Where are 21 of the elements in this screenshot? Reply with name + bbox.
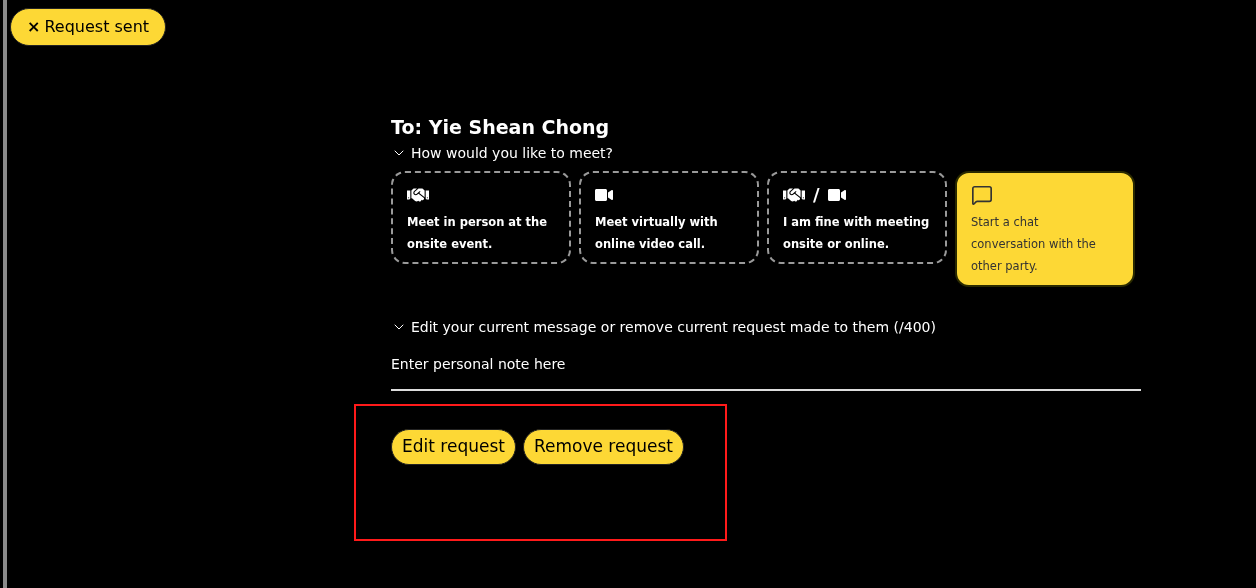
meeting-option-card[interactable]: Meet in person at the onsite event.	[391, 171, 571, 264]
option-description: Start a chat conversation with the other party.	[971, 214, 1097, 275]
personal-note-field[interactable]: Enter personal note here	[391, 351, 1141, 391]
option-description: Meet in person at the onsite event.	[407, 214, 549, 253]
recipient-title: To: Yie Shean Chong	[391, 115, 611, 140]
option-description: I am fine with meeting onsite or online.	[783, 214, 931, 253]
meeting-option-card[interactable]: / I am fine with meeting onsite or online.	[767, 171, 947, 264]
chat-bubble-icon	[971, 184, 993, 206]
message-section-toggle[interactable]: Edit your current message or remove current request made to them (/400)	[391, 317, 1141, 337]
slash-separator: /	[813, 183, 820, 207]
meeting-option-card[interactable]: Meet virtually with online video call.	[579, 171, 759, 264]
status-chip[interactable]: × Request sent	[10, 8, 167, 46]
video-camera-icon	[827, 186, 846, 204]
request-action-button[interactable]: Edit request	[391, 429, 516, 465]
meet-section-toggle[interactable]: How would you like to meet?	[391, 143, 1141, 163]
video-camera-icon	[595, 186, 613, 204]
option-description: Meet virtually with online video call.	[595, 214, 719, 253]
chip-label: Request sent	[44, 16, 150, 38]
request-action-button[interactable]: Remove request	[522, 429, 684, 465]
close-glyph: ×	[27, 16, 41, 38]
meeting-option-card[interactable]: Start a chat conversation with the other party.	[955, 171, 1135, 287]
